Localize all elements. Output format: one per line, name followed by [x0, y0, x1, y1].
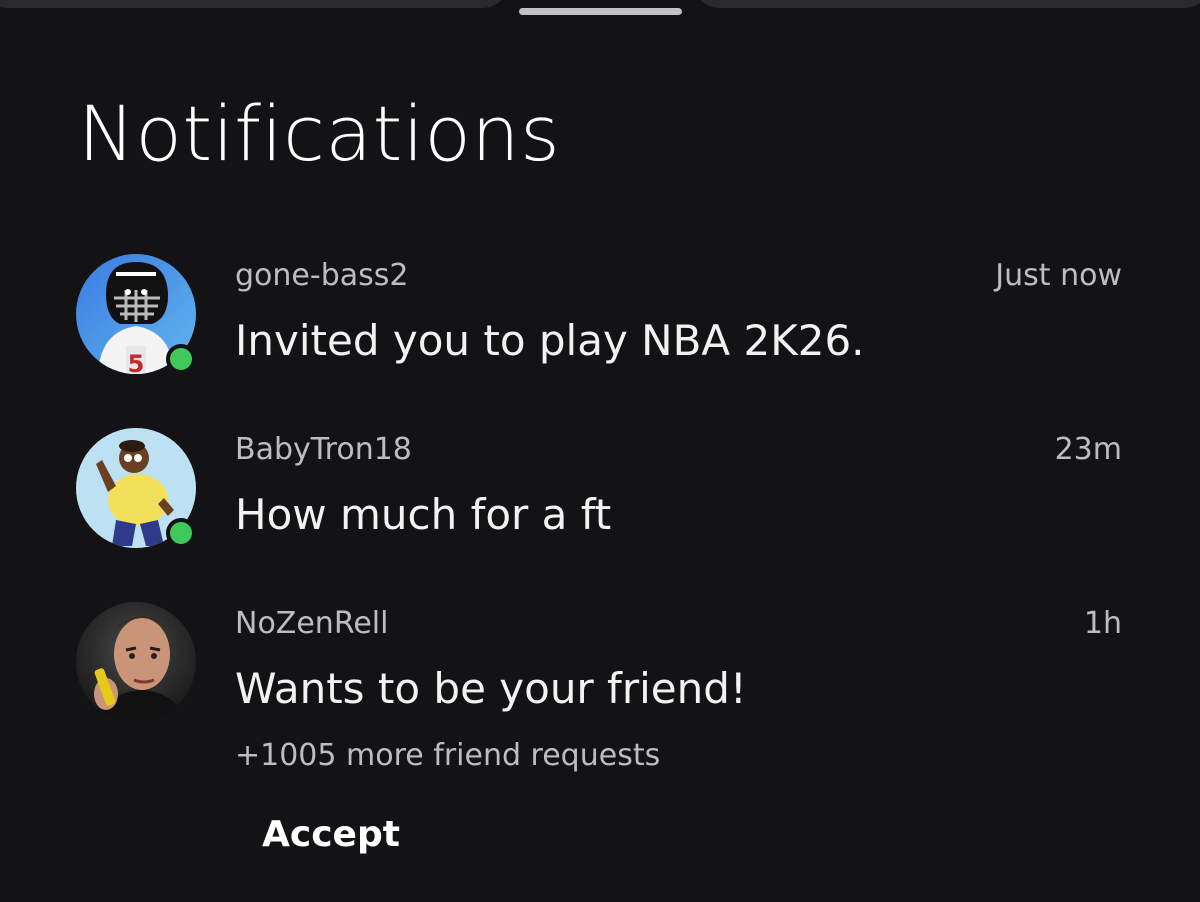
notification-username[interactable]: BabyTron18 [235, 432, 412, 467]
top-card-left[interactable] [0, 0, 510, 8]
online-status-indicator [166, 344, 196, 374]
drag-handle[interactable] [519, 8, 682, 15]
notification-message: Invited you to play NBA 2K26. [235, 316, 865, 365]
page-title: Notifications [78, 89, 561, 178]
notification-username[interactable]: NoZenRell [235, 606, 388, 641]
top-card-right[interactable] [692, 0, 1200, 8]
man-photo-avatar-icon[interactable] [76, 602, 196, 722]
accept-button[interactable]: Accept [250, 806, 412, 863]
online-status-indicator [166, 518, 196, 548]
more-friend-requests-label: +1005 more friend requests [235, 738, 661, 773]
svg-text:5: 5 [128, 350, 145, 374]
notification-message: How much for a ft [235, 490, 612, 539]
notification-item[interactable]: NoZenRell 1h Wants to be your friend! +1… [0, 602, 1200, 773]
notification-item[interactable]: 5 gone-bass2 Just now Invited you to pla… [0, 254, 1200, 414]
notification-message: Wants to be your friend! [235, 664, 747, 713]
notification-item[interactable]: BabyTron18 23m How much for a ft [0, 428, 1200, 588]
notification-time: 23m [1054, 432, 1122, 467]
notification-time: 1h [1083, 606, 1122, 641]
notification-username[interactable]: gone-bass2 [235, 258, 408, 293]
notification-time: Just now [995, 258, 1122, 293]
